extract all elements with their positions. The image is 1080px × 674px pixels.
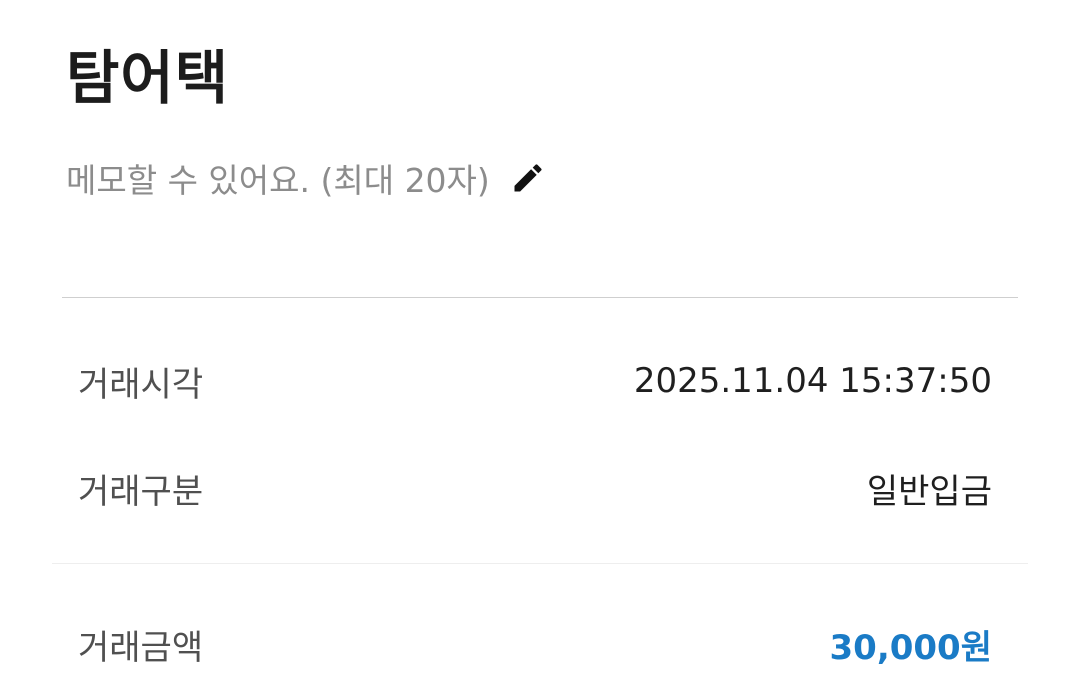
divider xyxy=(62,297,1018,298)
transaction-time-value: 2025.11.04 15:37:50 xyxy=(633,361,992,401)
transaction-amount-label: 거래금액 xyxy=(78,627,204,668)
transaction-amount-row: 거래금액 30,000원 xyxy=(78,614,992,674)
pencil-icon[interactable] xyxy=(510,160,546,196)
page-title: 탐어택 xyxy=(66,44,230,112)
transaction-type-value: 일반입금 xyxy=(866,471,992,512)
transaction-type-label: 거래구분 xyxy=(78,471,204,512)
transaction-time-row: 거래시각 2025.11.04 15:37:50 xyxy=(78,351,992,411)
memo-placeholder: 메모할 수 있어요. (최대 20자) xyxy=(66,161,490,200)
transaction-amount-value: 30,000원 xyxy=(829,627,992,668)
transaction-time-label: 거래시각 xyxy=(78,364,204,405)
memo-edit-row[interactable]: 메모할 수 있어요. (최대 20자) xyxy=(66,152,546,204)
transaction-type-row: 거래구분 일반입금 xyxy=(78,458,992,518)
divider xyxy=(52,563,1028,564)
